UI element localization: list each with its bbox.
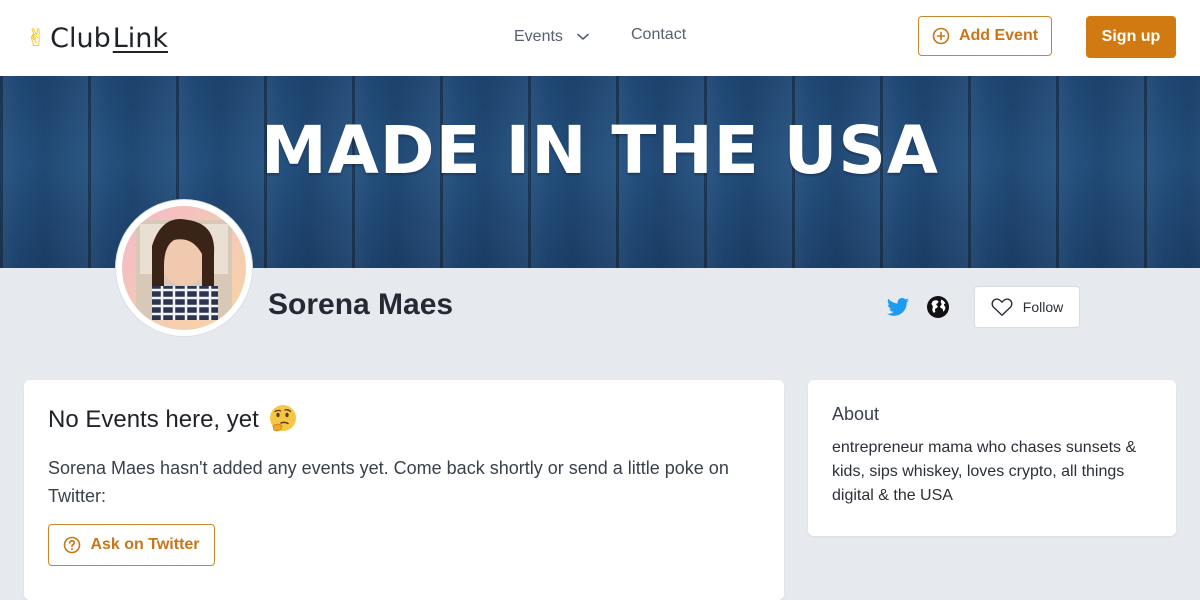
about-title: About (832, 404, 880, 424)
nav-events-dropdown[interactable]: Events (514, 26, 589, 48)
top-navbar: ✌ Club Link Events Contact Add Event Sig… (0, 0, 1200, 76)
nav-contact-label: Contact (631, 26, 687, 43)
profile-name: Sorena Maes (268, 288, 454, 321)
profile-avatar (116, 200, 252, 336)
victory-hand-icon: ✌ (26, 24, 47, 52)
twitter-profile-link[interactable] (886, 295, 910, 319)
logo-text-club: Club (50, 22, 111, 54)
website-link[interactable] (926, 295, 950, 319)
about-card: About entrepreneur mama who chases sunse… (808, 380, 1176, 536)
add-event-label: Add Event (958, 27, 1039, 44)
nav-contact-link[interactable]: Contact (631, 26, 686, 48)
ask-on-twitter-button[interactable]: Ask on Twitter (48, 524, 215, 566)
heart-icon (991, 298, 1013, 316)
events-card: No Events here, yet Sorena Maes hasn't a… (24, 380, 784, 600)
twitter-icon (887, 298, 909, 316)
globe-icon (927, 296, 949, 318)
banner-text: MADE IN THE USA (261, 112, 939, 189)
nav-events-label: Events (514, 28, 563, 45)
add-event-button[interactable]: Add Event (918, 16, 1052, 56)
plus-circle-icon (932, 27, 950, 45)
chevron-down-icon (577, 33, 589, 40)
events-empty-message: Sorena Maes hasn't added any events yet.… (48, 458, 729, 506)
follow-label: Follow (1022, 299, 1064, 315)
avatar-photo (122, 206, 246, 330)
thinking-face-icon (270, 405, 296, 432)
question-circle-icon (64, 536, 81, 554)
logo-text-link: Link (112, 22, 169, 54)
clublink-logo[interactable]: ✌ Club Link (26, 22, 168, 54)
about-bio: entrepreneur mama who chases sunsets & k… (832, 439, 1137, 504)
events-empty-title: No Events here, yet (48, 406, 259, 433)
ask-on-twitter-label: Ask on Twitter (90, 536, 200, 553)
signup-button[interactable]: Sign up (1086, 16, 1176, 58)
signup-label: Sign up (1101, 28, 1161, 45)
follow-button[interactable]: Follow (974, 286, 1080, 328)
